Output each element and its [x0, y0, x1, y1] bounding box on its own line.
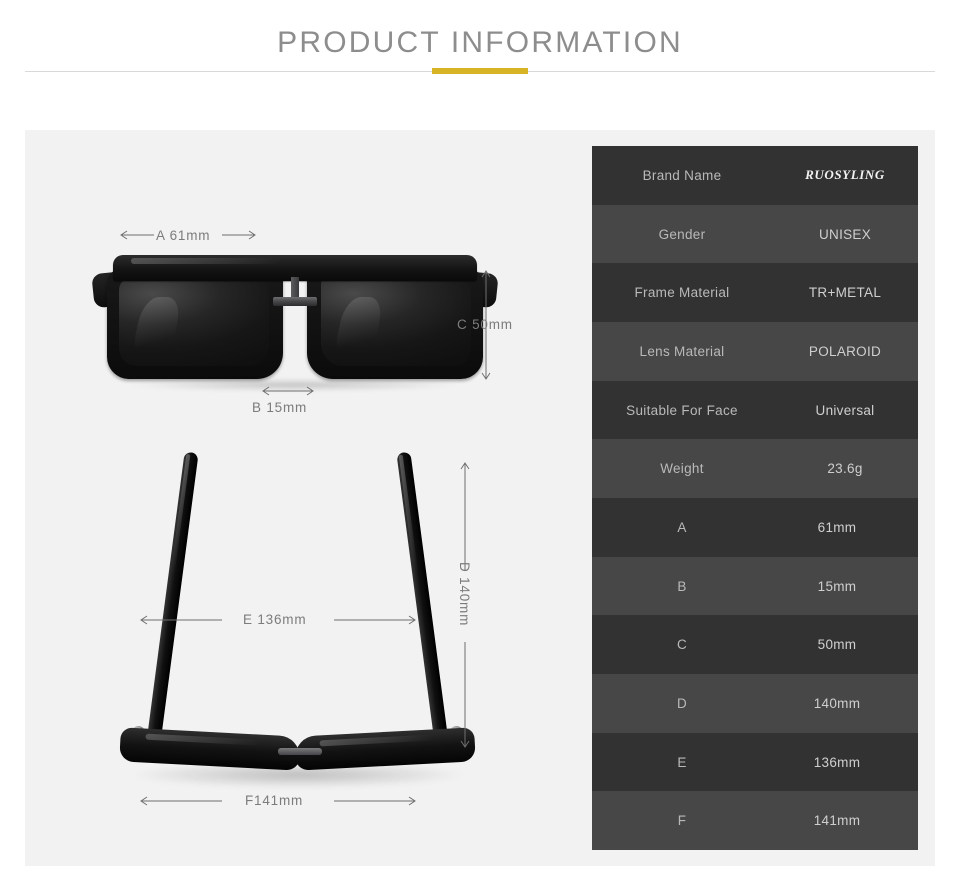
- spec-row: E 136mm: [592, 732, 918, 792]
- title-accent-bar: [432, 68, 528, 74]
- dimension-label-c: C 50mm: [457, 317, 513, 332]
- spec-row: Weight 23.6g: [592, 439, 918, 499]
- dimension-arrow-b: [262, 386, 314, 396]
- bridge-bar: [273, 297, 317, 306]
- spec-value: POLAROID: [808, 343, 882, 359]
- lens-right: [321, 278, 471, 366]
- spec-value: 136mm: [813, 754, 861, 770]
- spec-label: A: [677, 519, 687, 535]
- lens-rim-left: [107, 269, 283, 379]
- spec-value: 140mm: [813, 695, 861, 711]
- nose-bridge: [278, 748, 322, 755]
- spec-row: Frame Material TR+METAL: [592, 263, 918, 323]
- spec-label: Gender: [658, 226, 706, 242]
- spec-label: C: [676, 637, 688, 653]
- spec-row: F 141mm: [592, 791, 918, 851]
- dimension-label-e: E 136mm: [243, 612, 307, 627]
- spec-value: RUOSYLING: [805, 167, 885, 183]
- spec-row: Suitable For Face Universal: [592, 380, 918, 440]
- spec-row: C 50mm: [592, 615, 918, 675]
- spec-value: Universal: [815, 402, 875, 418]
- spec-value: 23.6g: [827, 461, 863, 477]
- temple-arm-right: [396, 451, 449, 747]
- dimension-label-a: A 61mm: [156, 228, 211, 243]
- dimension-label-b: B 15mm: [252, 400, 308, 415]
- specification-table: Brand Name RUOSYLING Gender UNISEX Frame Mat…: [592, 146, 918, 851]
- spec-label: Brand Name: [642, 167, 722, 183]
- frame-wing-left: [119, 727, 301, 771]
- sunglasses-front-view: [91, 255, 499, 391]
- page-title: PRODUCT INFORMATION: [277, 26, 683, 59]
- spec-row: Brand Name RUOSYLING: [592, 146, 918, 205]
- spec-value: 141mm: [813, 813, 861, 829]
- spec-label: D: [676, 695, 688, 711]
- spec-value: UNISEX: [818, 226, 872, 242]
- spec-row: Gender UNISEX: [592, 204, 918, 264]
- lens-left: [119, 278, 269, 366]
- spec-value: 61mm: [817, 519, 857, 535]
- spec-value: 15mm: [817, 578, 857, 594]
- spec-row: D 140mm: [592, 674, 918, 733]
- spec-row: Lens Material POLAROID: [592, 322, 918, 381]
- temple-arm-left: [146, 451, 199, 747]
- spec-label: Frame Material: [634, 285, 730, 301]
- spec-label: E: [677, 754, 687, 770]
- spec-label: Suitable For Face: [626, 402, 738, 418]
- spec-row: A 61mm: [592, 498, 918, 557]
- product-image-area: [25, 130, 592, 866]
- spec-label: Weight: [660, 461, 704, 477]
- spec-value: 50mm: [817, 637, 857, 653]
- spec-label: B: [677, 578, 687, 594]
- dimension-label-f: F141mm: [245, 793, 304, 808]
- page-header: PRODUCT INFORMATION: [0, 0, 960, 130]
- spec-label: F: [677, 813, 687, 829]
- spec-value: TR+METAL: [808, 285, 882, 301]
- spec-label: Lens Material: [639, 343, 725, 359]
- top-view-shadow: [128, 766, 468, 788]
- spec-row: B 15mm: [592, 556, 918, 616]
- dimension-label-d: D 140mm: [457, 562, 472, 627]
